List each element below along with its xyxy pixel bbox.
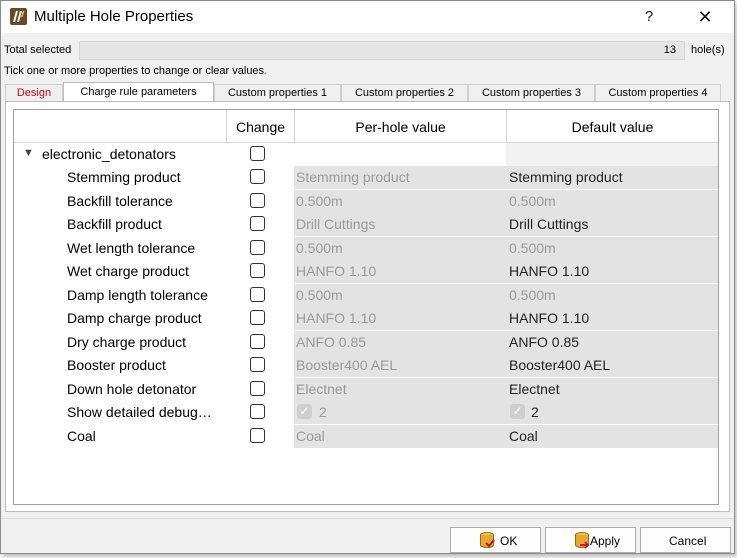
app-logo-icon: [10, 8, 27, 25]
per-hole-value: Electnet: [296, 381, 347, 397]
property-name: Damp length tolerance: [67, 287, 208, 303]
window-title: Multiple Hole Properties: [34, 8, 194, 25]
table-row[interactable]: Damp length tolerance 0.500m 0.500m: [14, 284, 718, 307]
database-ok-icon: [480, 532, 495, 548]
instruction-text: Tick one or more properties to change or…: [4, 65, 268, 77]
per-hole-value: HANFO 1.10: [296, 263, 377, 279]
change-checkbox[interactable]: [250, 216, 265, 231]
table-row[interactable]: Down hole detonator Electnet Electnet: [14, 378, 718, 401]
per-hole-value: 0.500m: [296, 193, 343, 209]
table-row[interactable]: Backfill tolerance 0.500m 0.500m: [14, 190, 718, 213]
default-value: Coal: [509, 428, 538, 444]
ok-button[interactable]: OK: [450, 527, 541, 553]
total-selected-value: 13: [79, 41, 685, 60]
change-checkbox[interactable]: [250, 381, 265, 396]
property-tree[interactable]: Change Per-hole value Default value ▼ el…: [13, 109, 719, 505]
property-name: Backfill tolerance: [67, 193, 173, 209]
change-checkbox[interactable]: [250, 240, 265, 255]
per-hole-value: 0.500m: [296, 287, 343, 303]
header-per-hole-value[interactable]: Per-hole value: [294, 110, 506, 142]
per-hole-value: Drill Cuttings: [296, 216, 376, 232]
total-selected-label: Total selected: [4, 44, 72, 56]
tree-group-row[interactable]: ▼ electronic_detonators: [14, 143, 718, 166]
change-checkbox[interactable]: [250, 310, 265, 325]
default-value: HANFO 1.10: [509, 310, 590, 326]
help-button[interactable]: ?: [629, 5, 669, 29]
property-name: Coal: [67, 428, 96, 444]
property-name: Backfill product: [67, 216, 162, 232]
header-change[interactable]: Change: [226, 110, 294, 142]
cancel-button[interactable]: Cancel: [640, 527, 731, 553]
table-header: Change Per-hole value Default value: [14, 110, 718, 143]
change-checkbox[interactable]: [250, 287, 265, 302]
tab-charge-rule-parameters[interactable]: Charge rule parameters: [63, 82, 214, 102]
table-row[interactable]: Booster product Booster400 AEL Booster400 …: [14, 354, 718, 377]
change-checkbox[interactable]: [250, 404, 265, 419]
table-row[interactable]: Damp charge product HANFO 1.10 HANFO 1.10: [14, 307, 718, 330]
database-apply-icon: [575, 532, 590, 549]
per-hole-value: Coal: [296, 428, 325, 444]
table-row[interactable]: Wet length tolerance 0.500m 0.500m: [14, 237, 718, 260]
tab-custom-properties-3[interactable]: Custom properties 3: [468, 84, 595, 101]
cancel-label: Cancel: [669, 534, 707, 548]
default-value: Drill Cuttings: [509, 216, 589, 232]
table-row[interactable]: Stemming product Stemming product Stemming…: [14, 166, 718, 189]
change-checkbox[interactable]: [250, 193, 265, 208]
property-name: Damp charge product: [67, 310, 202, 326]
property-name: Wet length tolerance: [67, 240, 196, 256]
per-hole-value: HANFO 1.10: [296, 310, 377, 326]
default-value: 0.500m: [509, 240, 556, 256]
tab-custom-properties-4[interactable]: Custom properties 4: [595, 84, 721, 101]
change-checkbox[interactable]: [250, 169, 265, 184]
default-value: HANFO 1.10: [509, 263, 590, 279]
table-row[interactable]: Show detailed debug… ✓ 2 ✓ 2: [14, 401, 718, 424]
apply-button[interactable]: Apply: [545, 527, 636, 553]
tab-panel: Change Per-hole value Default value ▼ el…: [5, 101, 730, 512]
table-row[interactable]: Backfill product Drill Cuttings Drill Cutt…: [14, 213, 718, 236]
table-row[interactable]: Dry charge product ANFO 0.85 ANFO 0.85: [14, 331, 718, 354]
property-name: Down hole detonator: [67, 381, 197, 397]
per-hole-value: ANFO 0.85: [296, 334, 367, 350]
property-name: Dry charge product: [67, 334, 187, 350]
property-name: Stemming product: [67, 169, 181, 185]
expand-arrow-icon[interactable]: ▼: [23, 147, 34, 159]
table-row[interactable]: Wet charge product HANFO 1.10 HANFO 1.10: [14, 260, 718, 283]
per-hole-value: Stemming product: [296, 169, 410, 185]
default-value: Electnet: [509, 381, 560, 397]
ok-label: OK: [500, 534, 518, 548]
title-bar: Multiple Hole Properties ? ✕: [1, 1, 734, 33]
default-check-icon: ✓: [510, 404, 525, 419]
default-value: ANFO 0.85: [509, 334, 580, 350]
close-icon[interactable]: ✕: [685, 5, 725, 29]
per-hole-value: Booster400 AEL: [296, 357, 398, 373]
default-value: 2: [531, 404, 539, 420]
change-checkbox[interactable]: [250, 357, 265, 372]
change-checkbox[interactable]: [250, 263, 265, 278]
per-hole-check-icon: ✓: [297, 404, 312, 419]
default-value: 0.500m: [509, 193, 556, 209]
default-value: Stemming product: [509, 169, 623, 185]
change-checkbox[interactable]: [250, 428, 265, 443]
property-name: Booster product: [67, 357, 166, 373]
per-hole-value: 2: [319, 404, 327, 420]
group-change-checkbox[interactable]: [250, 146, 265, 161]
property-name: Wet charge product: [67, 263, 189, 279]
tab-custom-properties-2[interactable]: Custom properties 2: [341, 84, 468, 101]
per-hole-value: 0.500m: [296, 240, 343, 256]
tab-custom-properties-1[interactable]: Custom properties 1: [214, 84, 341, 101]
default-value: 0.500m: [509, 287, 556, 303]
group-name: electronic_detonators: [42, 146, 176, 162]
change-checkbox[interactable]: [250, 334, 265, 349]
dialog-window: Multiple Hole Properties ? ✕ Total selec…: [0, 0, 735, 554]
holes-unit-label: hole(s): [691, 44, 725, 56]
property-name: Show detailed debug…: [67, 404, 212, 420]
tab-design[interactable]: Design: [5, 84, 63, 101]
apply-label: Apply: [590, 534, 621, 548]
table-row[interactable]: Coal Coal Coal: [14, 425, 718, 448]
header-default-value[interactable]: Default value: [506, 110, 718, 142]
default-value: Booster400 AEL: [509, 357, 611, 373]
